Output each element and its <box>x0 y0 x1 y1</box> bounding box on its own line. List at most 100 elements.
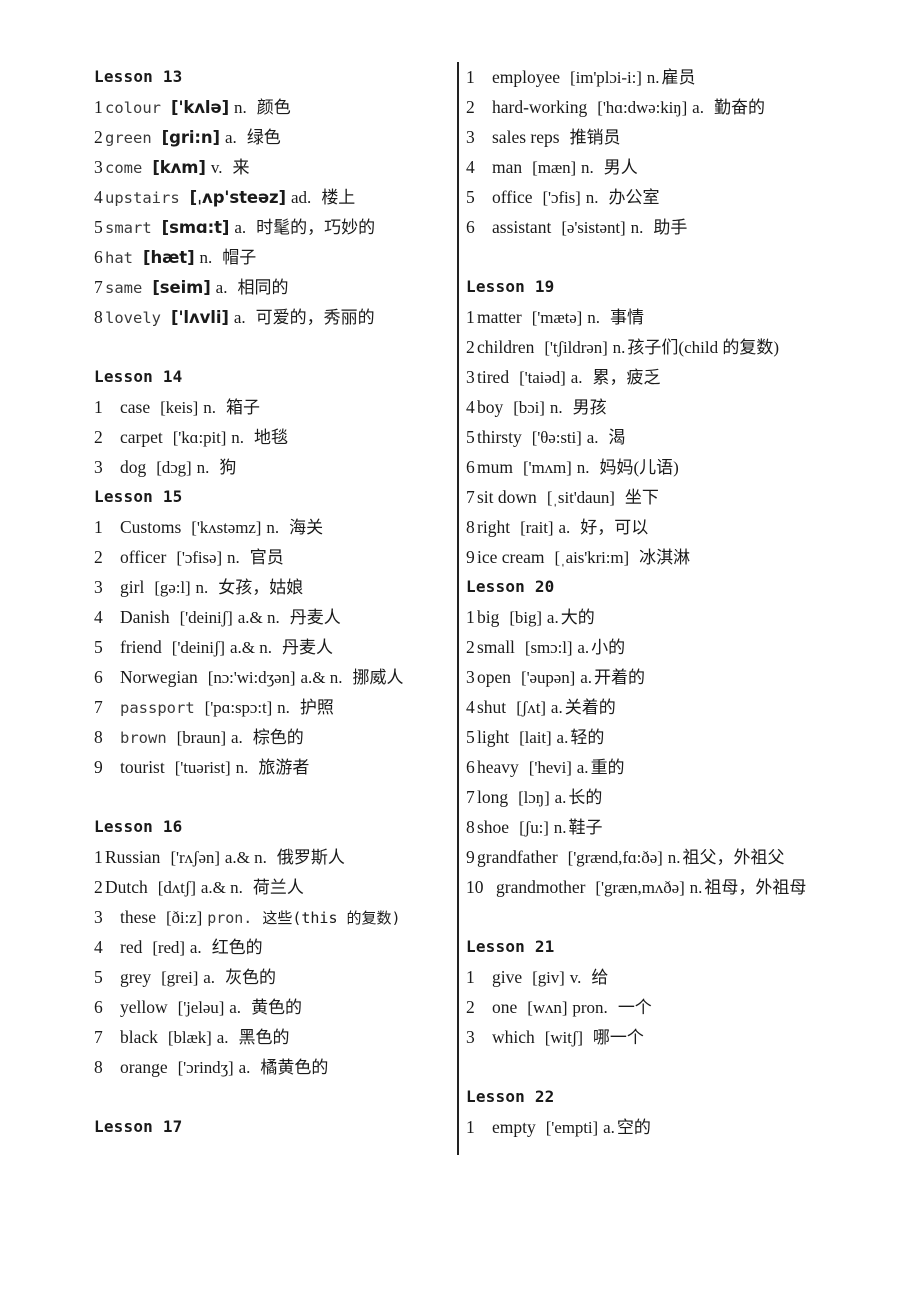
entry-phonetic: [kʌm] <box>152 158 206 177</box>
entry-word: which <box>492 1027 535 1047</box>
vocabulary-entry: 4 boy [bɔi] n. 男孩 <box>466 392 886 422</box>
entry-word: Dutch <box>105 877 148 897</box>
entry-word: grandmother <box>496 877 586 897</box>
entry-number: 2 <box>94 427 103 447</box>
entry-part-of-speech: a. <box>203 968 216 987</box>
entry-number: 1 <box>466 967 475 987</box>
entry-translation: 鞋子 <box>568 818 603 837</box>
right-column: 1 employee [im'plɔi-i:] n. 雇员 2 hard-working ['… <box>466 62 886 1142</box>
entry-number: 1 <box>94 847 103 867</box>
entry-part-of-speech: n. <box>227 548 240 567</box>
lesson-heading: Lesson 20 <box>466 577 555 596</box>
entry-part-of-speech: a. <box>692 98 704 117</box>
entry-translation: 狗 <box>219 458 237 477</box>
entry-number: 7 <box>94 1027 103 1047</box>
entry-word: tourist <box>120 757 165 777</box>
vocabulary-entry: 5 light [lait] a. 轻的 <box>466 722 886 752</box>
entry-phonetic: [keis] <box>160 398 199 417</box>
entry-translation: 灰色的 <box>225 968 277 987</box>
entry-phonetic: ['kʌlə] <box>171 98 230 117</box>
entry-phonetic: [nɔ:'wi:dʒən] <box>207 668 296 687</box>
entry-number: 8 <box>94 307 103 327</box>
entry-word: children <box>477 337 535 357</box>
vocabulary-entry: 8 right [rait] a. 好，可以 <box>466 512 886 542</box>
vocabulary-entry: 4 red [red] a. 红色的 <box>94 932 446 962</box>
entry-phonetic: ['kʌstəmz] <box>191 518 262 537</box>
entry-word: lovely <box>105 309 161 327</box>
entry-phonetic: ['pɑ:spɔ:t] <box>204 698 273 717</box>
entry-part-of-speech: a.& n. <box>229 638 272 657</box>
entry-word: black <box>120 1027 158 1047</box>
entry-part-of-speech: n. <box>689 878 703 897</box>
vocabulary-entry: 2 officer ['ɔfisə] n. 官员 <box>94 542 446 572</box>
entry-translation: 丹麦人 <box>289 608 341 627</box>
entry-translation: 可爱的，秀丽的 <box>255 308 375 327</box>
vocabulary-entry: 9 grandfather ['grænd,fɑ:ðə] n. 祖父，外祖父 <box>466 842 886 872</box>
entry-number: 9 <box>466 547 475 567</box>
entry-word: grey <box>120 967 152 987</box>
entry-translation: 男孩 <box>572 398 607 417</box>
entry-number: 8 <box>94 727 103 747</box>
entry-number: 5 <box>94 637 103 657</box>
entry-number: 5 <box>466 727 475 747</box>
entry-translation: 绿色 <box>246 128 281 147</box>
entry-part-of-speech: n. <box>266 518 280 537</box>
vocabulary-entry: 2 small [smɔ:l] a. 小的 <box>466 632 886 662</box>
entry-phonetic: ['taiəd] <box>519 368 566 387</box>
entry-phonetic: [red] <box>152 938 185 957</box>
entry-word: long <box>477 787 509 807</box>
entry-number: 6 <box>94 247 103 267</box>
entry-translation: 海关 <box>289 518 324 537</box>
entry-number: 2 <box>466 97 475 117</box>
entry-word: grandfather <box>477 847 558 867</box>
entry-word: orange <box>120 1057 168 1077</box>
entry-number: 4 <box>466 157 475 177</box>
entry-word: small <box>477 637 515 657</box>
entry-word: dog <box>120 457 147 477</box>
entry-translation: 棕色的 <box>252 728 304 747</box>
entry-translation: 坐下 <box>624 488 659 507</box>
entry-translation: 挪威人 <box>352 668 404 687</box>
entry-word: hard-working <box>492 97 588 117</box>
entry-phonetic: [gri:n] <box>161 128 221 147</box>
entry-number: 3 <box>466 367 475 387</box>
entry-part-of-speech: n. <box>553 818 567 837</box>
entry-part-of-speech: a. <box>586 428 599 447</box>
entry-phonetic: ['tuərist] <box>174 758 231 777</box>
entry-phonetic: ['rʌʃən] <box>170 848 220 867</box>
entry-part-of-speech: pron. <box>572 998 608 1017</box>
entry-number: 5 <box>466 427 475 447</box>
entry-number: 3 <box>94 577 103 597</box>
entry-phonetic: ['ɔfis] <box>542 188 581 207</box>
entry-translation: 大的 <box>560 608 595 627</box>
entry-phonetic: [big] <box>509 608 542 627</box>
entry-translation: 小的 <box>591 638 626 657</box>
entry-part-of-speech: a. <box>229 998 242 1017</box>
column-divider <box>457 62 459 1155</box>
entry-phonetic: [lɔŋ] <box>518 788 550 807</box>
entry-phonetic: ['lʌvli] <box>171 308 229 327</box>
vocabulary-entry: 2 one [wʌn] pron. 一个 <box>466 992 886 1022</box>
entry-number: 3 <box>94 157 103 177</box>
entry-phonetic: [gə:l] <box>154 578 191 597</box>
entry-word: same <box>105 279 143 297</box>
entry-number: 8 <box>466 517 475 537</box>
entry-translation: 给 <box>591 968 609 987</box>
entry-word: hat <box>105 249 133 267</box>
entry-translation: 关着的 <box>564 698 616 717</box>
entry-part-of-speech: a. <box>556 728 569 747</box>
lesson-heading: Lesson 21 <box>466 937 555 956</box>
entry-word: officer <box>120 547 167 567</box>
lesson-heading: Lesson 19 <box>466 277 555 296</box>
entry-number: 2 <box>466 997 475 1017</box>
entry-word: open <box>477 667 512 687</box>
entry-phonetic: [smɔ:l] <box>524 638 573 657</box>
entry-translation: 箱子 <box>225 398 260 417</box>
entry-word: big <box>477 607 500 627</box>
entry-phonetic: [smɑ:t] <box>161 218 230 237</box>
entry-word: upstairs <box>105 189 180 207</box>
entry-number: 5 <box>94 217 103 237</box>
entry-translation: 推销员 <box>569 128 621 147</box>
entry-part-of-speech: n. <box>203 398 216 417</box>
